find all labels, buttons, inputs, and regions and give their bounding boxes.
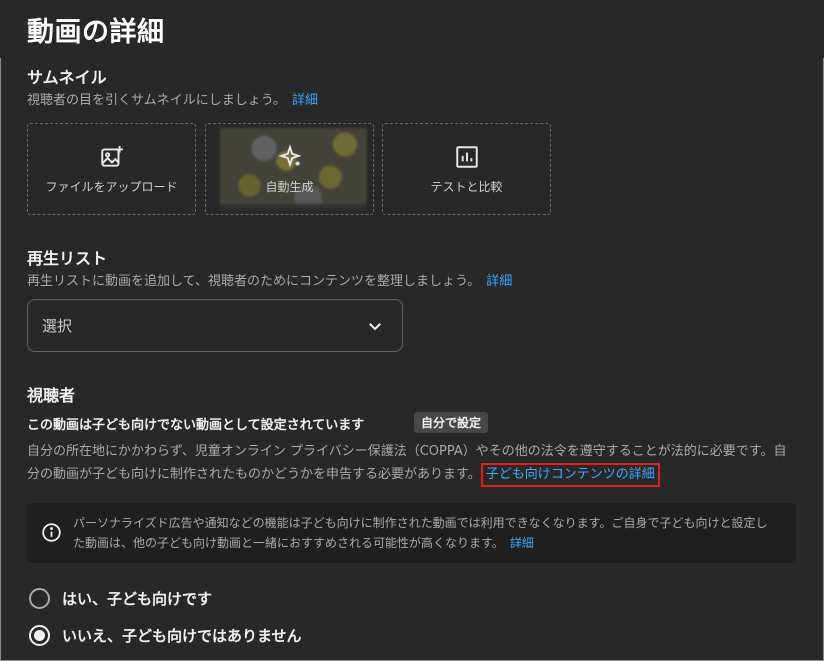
radio-made-for-kids[interactable]: はい、子ども向けです	[29, 588, 212, 609]
upload-file-option[interactable]: ファイルをアップロード	[27, 123, 196, 215]
coppa-paragraph: 自分の所在地にかかわらず、児童オンライン プライバシー保護法（COPPA）やその…	[27, 441, 797, 487]
playlist-select[interactable]: 選択	[27, 299, 403, 352]
radio-no-button[interactable]	[29, 625, 50, 646]
playlist-description: 再生リストに動画を追加して、視聴者のためにコンテンツを整理しましょう。 詳細	[27, 274, 513, 289]
upload-file-label: ファイルをアップロード	[45, 179, 178, 194]
playlist-section-title: 再生リスト	[27, 249, 108, 268]
info-icon	[42, 523, 61, 542]
bar-chart-icon	[455, 145, 478, 168]
test-compare-label: テストと比較	[430, 179, 503, 194]
image-add-icon	[100, 145, 123, 167]
radio-yes-label: はい、子ども向けです	[62, 590, 213, 608]
page-title: 動画の詳細	[27, 17, 165, 48]
info-box: パーソナライズド広告や通知などの機能は子ども向けに制作された動画では利用できなく…	[27, 503, 796, 563]
info-details-link[interactable]: 詳細	[510, 536, 534, 550]
info-text: パーソナライズド広告や通知などの機能は子ども向けに制作された動画では利用できなく…	[73, 516, 768, 550]
thumbnail-section-title: サムネイル	[27, 68, 107, 87]
audience-status: この動画は子ども向けでない動画として設定されています	[27, 418, 365, 433]
kids-content-details-link[interactable]: 子ども向けコンテンツの詳細	[480, 463, 660, 487]
auto-generate-option[interactable]: 自動生成	[205, 123, 374, 215]
playlist-select-value: 選択	[42, 317, 73, 335]
radio-no-label: いいえ、子ども向けではありません	[62, 627, 302, 645]
auto-generate-label: 自動生成	[265, 179, 314, 194]
playlist-details-link[interactable]: 詳細	[486, 274, 512, 289]
thumbnail-description: 視聴者の目を引くサムネイルにしましょう。 詳細	[27, 93, 318, 108]
status-badge: 自分で設定	[414, 412, 489, 433]
test-compare-option[interactable]: テストと比較	[382, 123, 551, 215]
sparkle-icon	[277, 143, 302, 168]
audience-section-title: 視聴者	[27, 386, 76, 405]
radio-yes-button[interactable]	[29, 588, 50, 609]
radio-not-made-for-kids[interactable]: いいえ、子ども向けではありません	[29, 625, 302, 646]
thumbnail-details-link[interactable]: 詳細	[292, 93, 318, 108]
header: 動画の詳細	[0, 0, 824, 58]
chevron-down-icon	[369, 322, 381, 330]
